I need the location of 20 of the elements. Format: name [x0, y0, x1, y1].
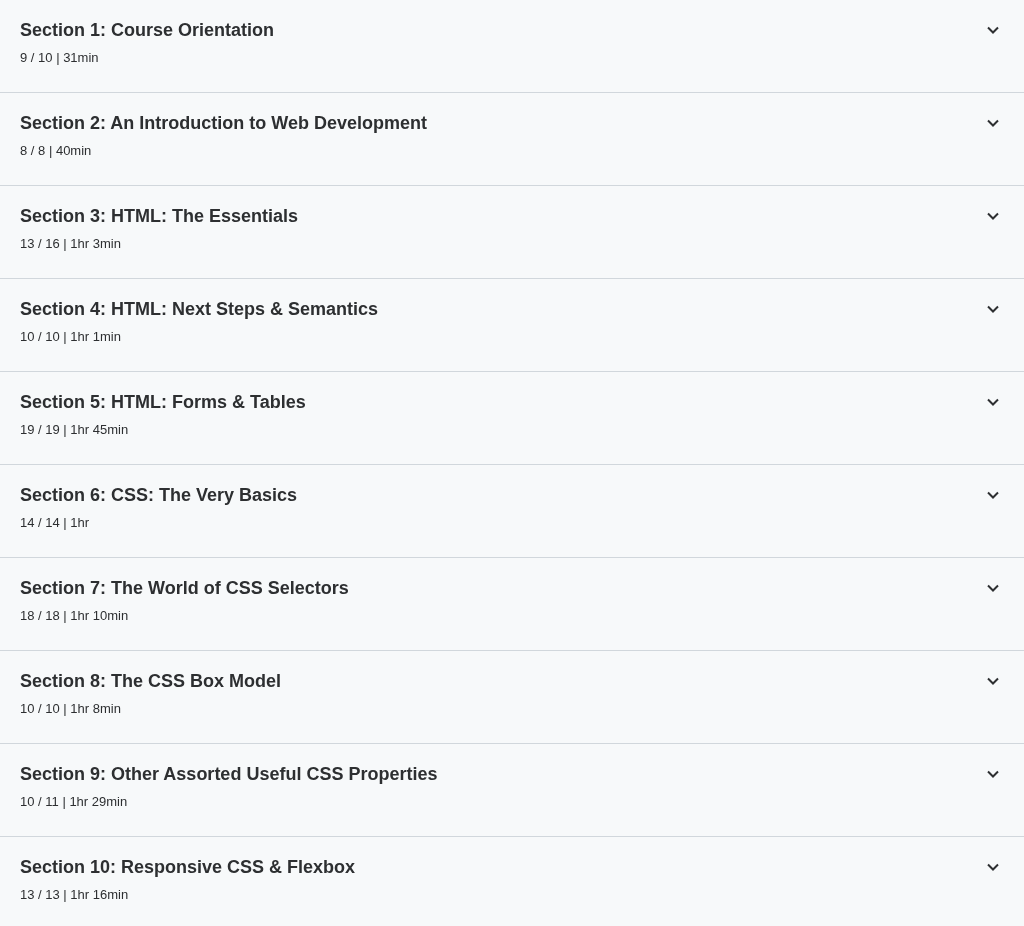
section-title: Section 7: The World of CSS Selectors	[20, 577, 349, 600]
section-title: Section 5: HTML: Forms & Tables	[20, 391, 306, 414]
section-title: Section 2: An Introduction to Web Development	[20, 112, 427, 135]
section-title: Section 10: Responsive CSS & Flexbox	[20, 856, 356, 879]
section-details: 10 / 11 | 1hr 29min	[20, 793, 129, 811]
section-title: Section 3: HTML: The Essentials	[20, 205, 299, 228]
section-details: 9 / 10 | 31min	[20, 49, 100, 67]
section-details: 8 / 8 | 40min	[20, 142, 93, 160]
section-details: 13 / 16 | 1hr 3min	[20, 235, 122, 253]
section-details: 18 / 18 | 1hr 10min	[20, 607, 130, 625]
section-details: 19 / 19 | 1hr 45min	[20, 421, 130, 439]
section-title: Section 4: HTML: Next Steps & Semantics	[20, 298, 379, 321]
section-details: 13 / 13 | 1hr 16min	[20, 886, 130, 904]
section-title: Section 1: Course Orientation	[20, 19, 275, 42]
section-details: 10 / 10 | 1hr 8min	[20, 700, 122, 718]
section-details: 10 / 10 | 1hr 1min	[20, 328, 122, 346]
section-title: Section 8: The CSS Box Model	[20, 670, 282, 693]
section-details: 14 / 14 | 1hr	[20, 514, 91, 532]
section-title: Section 9: Other Assorted Useful CSS Properties	[20, 763, 438, 786]
section-title: Section 6: CSS: The Very Basics	[20, 484, 298, 507]
